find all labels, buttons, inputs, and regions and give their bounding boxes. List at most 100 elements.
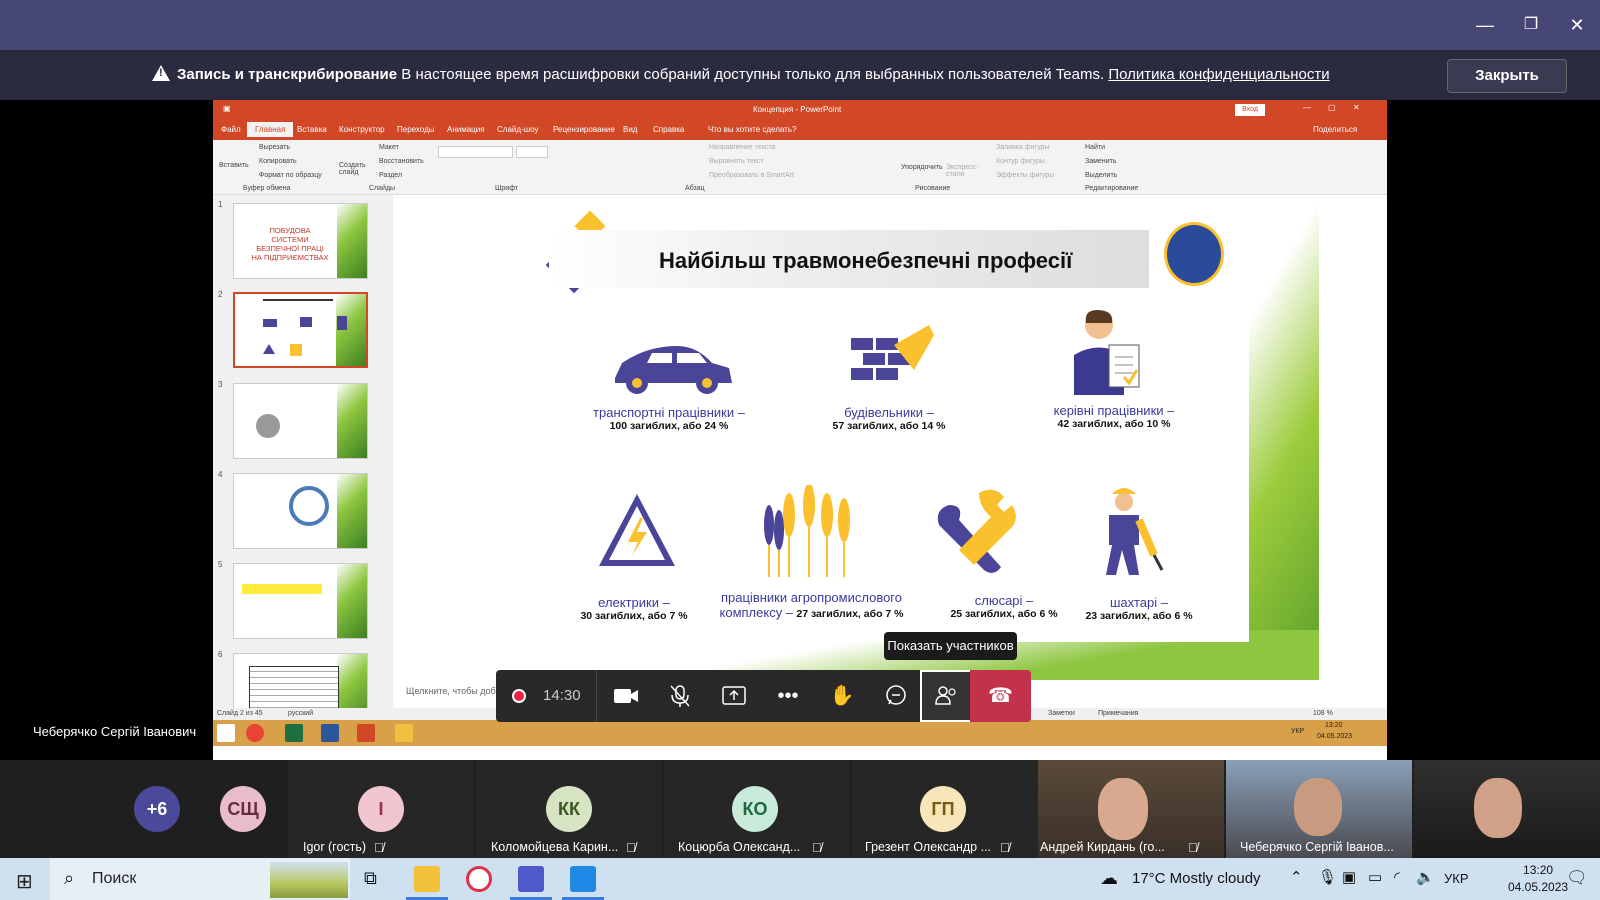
taskbar-search[interactable]: ⌕ Поиск [50,858,350,900]
participant-avatar[interactable]: СЩ [220,786,266,832]
zoom-level[interactable]: 108 % [1313,710,1333,717]
tell-me-box[interactable]: Что вы хотите сделать? [708,125,796,134]
shape-outline-button[interactable]: Контур фигуры [996,158,1045,165]
slide-thumbnail-3[interactable] [233,383,368,459]
tab-home[interactable]: Главная [247,122,294,137]
section-button[interactable]: Раздел [379,172,402,179]
format-painter-button[interactable]: Формат по образцу [259,172,322,179]
privacy-policy-link[interactable]: Политика конфиденциальности [1108,66,1329,83]
participant-name: Чеберячко Сергій Іванов... [1240,840,1394,854]
align-text-button[interactable]: Выровнять текст [709,158,764,165]
slide-thumbnail-5[interactable] [233,563,368,639]
language-indicator[interactable]: УКР [1444,871,1469,886]
replace-button[interactable]: Заменить [1085,158,1116,165]
smartart-button[interactable]: Преобразовать в SmartArt [709,172,794,179]
shape-effects-button[interactable]: Эффекты фигуры [996,172,1054,179]
slide-thumbnail-1[interactable]: ПОБУДОВА СИСТЕМИ БЕЗПЕЧНОЇ ПРАЦІ НА ПІДП… [233,203,368,279]
task-view-icon[interactable]: ⧉ [364,868,377,889]
notifications-icon[interactable]: 🗨 [1566,868,1588,888]
reset-button[interactable]: Восстановить [379,158,424,165]
slide-thumbnail-2[interactable] [233,292,368,368]
text-direction-button[interactable]: Направление текста [709,144,775,151]
comments-button[interactable]: Примечания [1098,710,1138,717]
banner-text: В настоящее время расшифровки собраний д… [401,66,1105,83]
search-icon: ⌕ [64,868,75,888]
banner-title: Запись и транскрибирование [177,66,398,83]
close-window-button[interactable]: ✕ [1562,10,1592,40]
chat-button[interactable] [870,670,922,722]
tab-review[interactable]: Рецензирование [553,125,615,134]
language-indicator[interactable]: русский [288,710,313,717]
notes-placeholder[interactable]: Щелкните, чтобы доба [406,686,500,696]
participant-video[interactable] [1414,760,1600,858]
tab-insert[interactable]: Вставка [297,125,327,134]
ppt-maximize-icon[interactable]: ▢ [1328,103,1336,112]
slide-counter: Слайд 2 из 45 [217,710,263,717]
avatar-initials: КО [742,799,768,819]
tab-slideshow[interactable]: Слайд-шоу [497,125,538,134]
participants-gallery: +6 СЩ І Igor (гость) 🎙̸ КК Коломойцева К… [0,760,1600,858]
powerpoint-icon[interactable] [357,724,375,742]
transport-stat: 100 загиблих, або 24 % [609,420,729,432]
drawing-group-label: Рисование [915,185,951,192]
wheat-icon [764,485,850,577]
minimize-button[interactable]: — [1470,10,1500,40]
photos-icon[interactable] [570,866,596,892]
login-button[interactable]: Вход [1235,104,1265,116]
volume-icon[interactable]: 🔈 [1416,868,1435,886]
ellipsis-icon: ••• [777,685,799,707]
layout-button[interactable]: Макет [379,144,399,151]
maximize-button[interactable]: ❐ [1516,10,1546,40]
camera-button[interactable] [600,670,652,722]
chrome-icon[interactable] [246,724,264,742]
weather-text[interactable]: 17°C Mostly cloudy [1132,870,1261,887]
file-explorer-icon[interactable] [414,866,440,892]
font-size-select[interactable] [516,146,548,158]
notes-button[interactable]: Заметки [1048,710,1075,717]
taskbar-clock[interactable]: 13:20 04.05.2023 [1508,862,1568,896]
network-icon[interactable]: ▣ [1342,868,1356,886]
tab-view[interactable]: Вид [623,125,637,134]
teams-icon[interactable] [518,866,544,892]
tab-design[interactable]: Конструктор [339,125,385,134]
tab-file[interactable]: Файл [221,125,241,134]
tab-animations[interactable]: Анимация [447,125,485,134]
hang-up-button[interactable]: ☎ [970,670,1031,722]
cut-button[interactable]: Вырезать [259,144,290,151]
windows-start-icon[interactable]: ⊞ [16,869,33,894]
word-icon[interactable] [321,724,339,742]
windows-start-icon[interactable] [217,724,235,742]
chevron-up-icon[interactable]: ⌃ [1290,868,1303,886]
slide-thumbnail-4[interactable] [233,473,368,549]
ppt-minimize-icon[interactable]: — [1303,103,1311,112]
wifi-icon[interactable]: ◜ [1394,868,1400,886]
slide-thumbnails-pane[interactable]: 1 ПОБУДОВА СИСТЕМИ БЕЗПЕЧНОЇ ПРАЦІ НА ПІ… [213,195,393,729]
shape-fill-button[interactable]: Заливка фигуры [996,144,1049,151]
file-explorer-icon[interactable] [395,724,413,742]
tab-help[interactable]: Справка [653,125,684,134]
find-button[interactable]: Найти [1085,144,1105,151]
copy-button[interactable]: Копировать [259,158,297,165]
quick-styles-button[interactable]: Экспресс-стили [946,164,986,178]
close-banner-button[interactable]: Закрыть [1447,59,1567,93]
select-button[interactable]: Выделить [1085,172,1117,179]
participants-button[interactable] [920,670,972,722]
more-participants-avatar[interactable]: +6 [134,786,180,832]
raise-hand-button[interactable]: ✋ [816,670,868,722]
new-slide-button[interactable]: Создать слайд [339,162,367,176]
share-button[interactable]: Поделиться [1313,125,1357,134]
paste-button[interactable]: Вставить [219,162,249,169]
miners-name: шахтарі – [1109,595,1168,610]
excel-icon[interactable] [285,724,303,742]
more-actions-button[interactable]: ••• [762,670,814,722]
ppt-close-icon[interactable]: ✕ [1353,103,1360,112]
battery-icon[interactable]: ▭ [1368,868,1382,886]
font-family-select[interactable] [438,146,513,158]
opera-icon[interactable] [466,866,492,892]
share-screen-button[interactable] [708,670,760,722]
shared-screen: ▣ Концепция - PowerPoint Вход — ▢ ✕ Файл… [213,100,1387,760]
mute-button[interactable] [654,670,706,722]
tab-transitions[interactable]: Переходы [397,125,435,134]
microphone-icon[interactable]: 🎙 [1318,868,1337,886]
arrange-button[interactable]: Упорядочить [901,164,945,171]
